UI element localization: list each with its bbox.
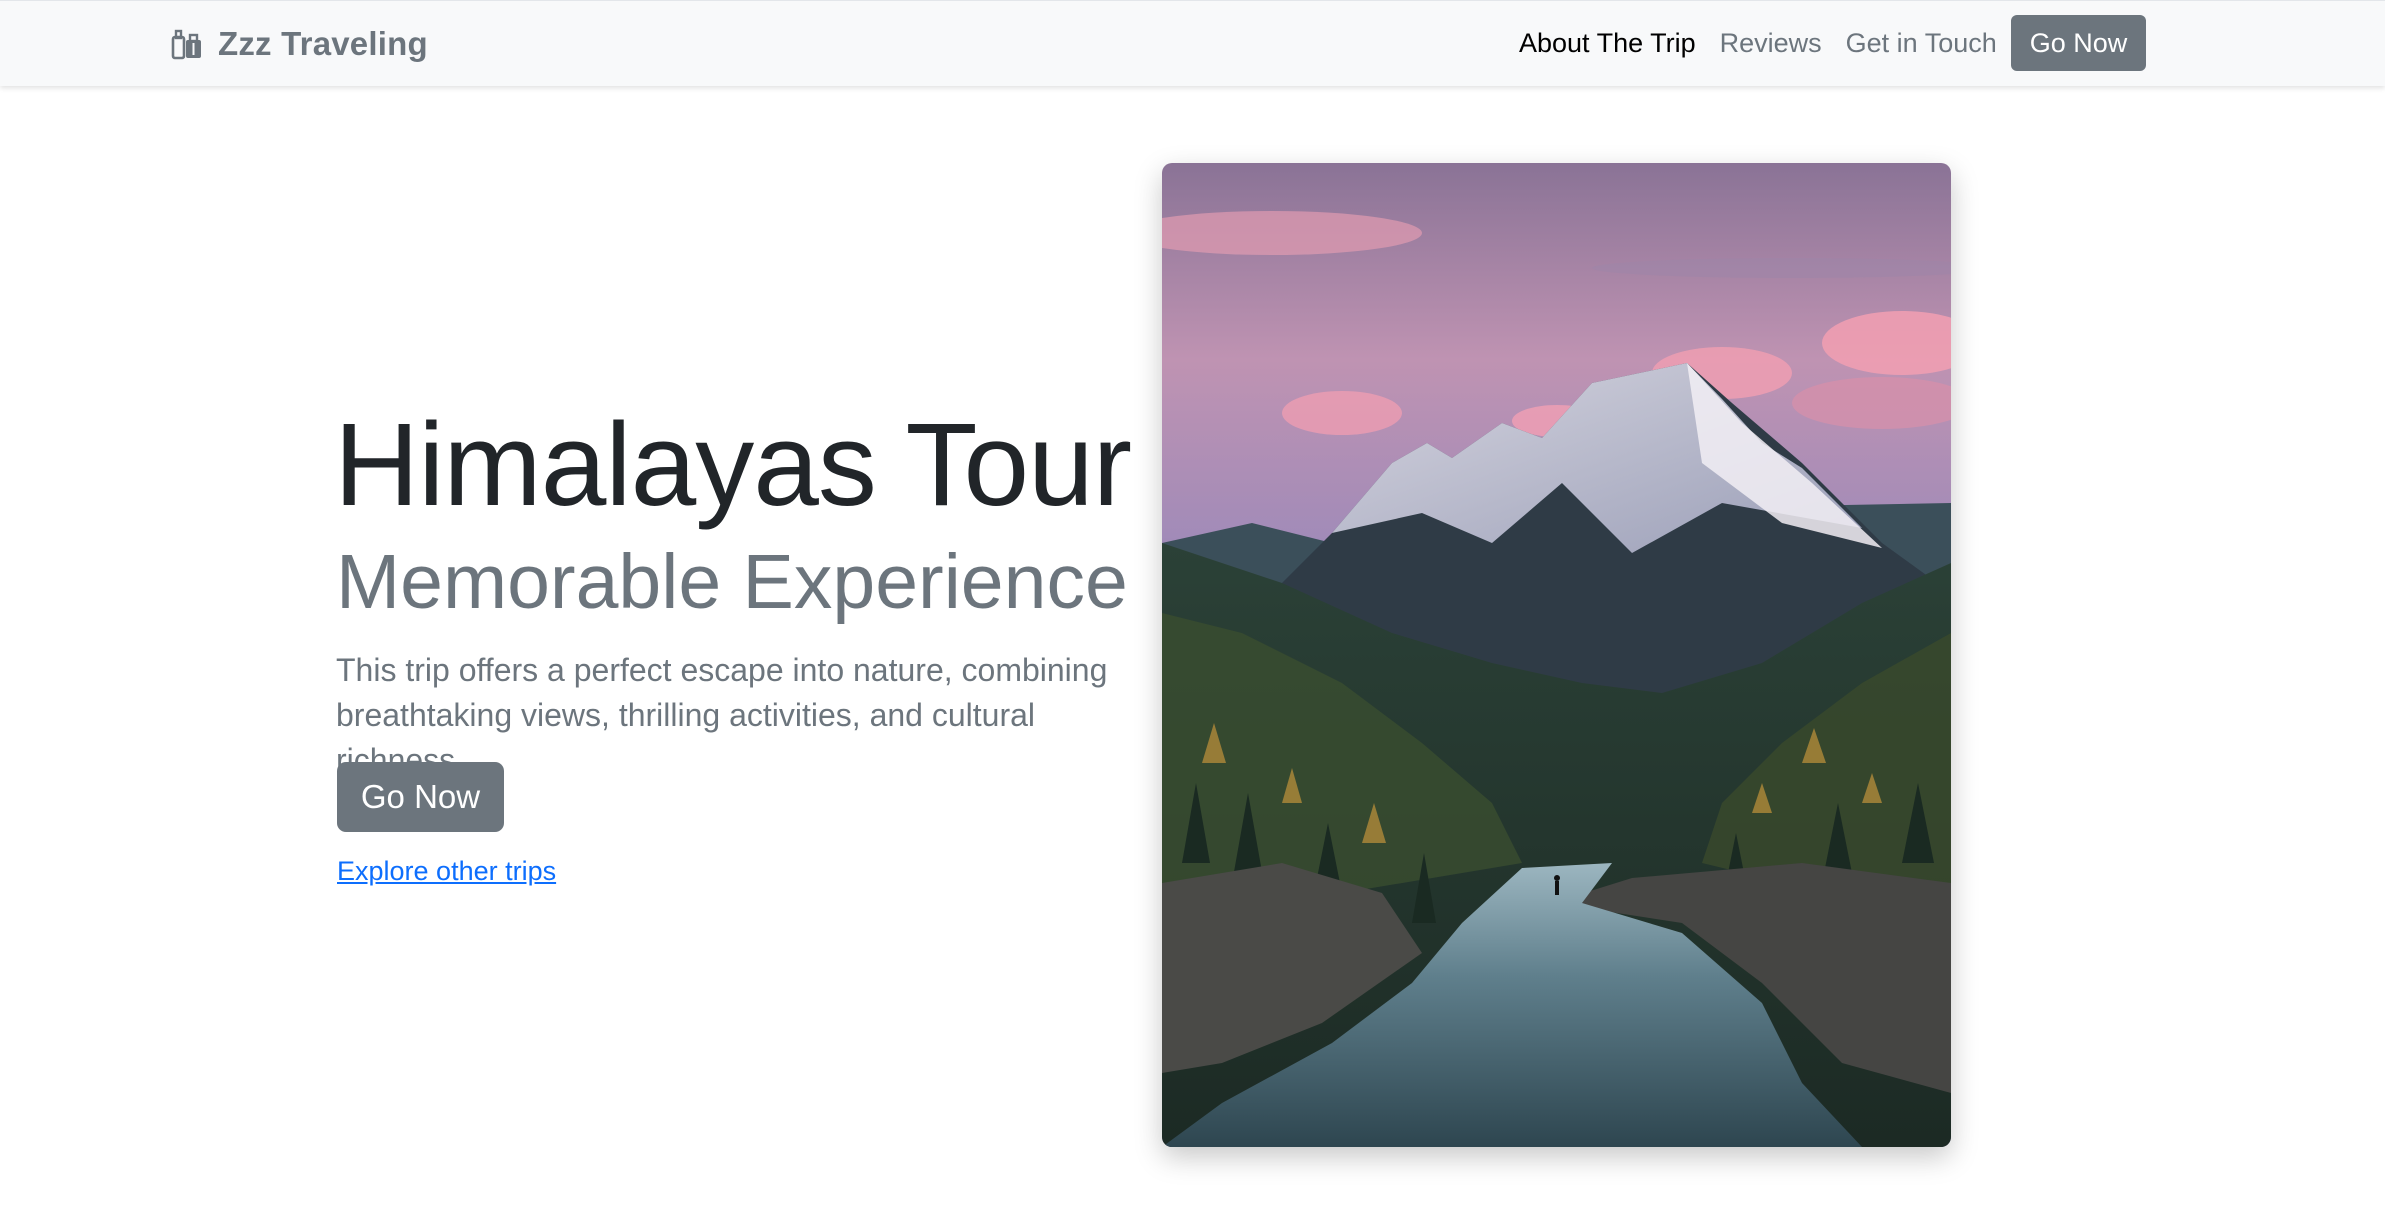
nav-link-reviews[interactable]: Reviews	[1708, 28, 1834, 59]
brand-name: Zzz Traveling	[218, 25, 428, 62]
hero-image	[1162, 163, 1951, 1147]
hero-title: Himalayas Tour	[334, 399, 1132, 531]
luggage-icon	[170, 27, 204, 61]
nav-go-now-button[interactable]: Go Now	[2010, 15, 2147, 71]
brand-link[interactable]: Zzz Traveling	[170, 19, 428, 69]
explore-other-trips-link[interactable]: Explore other trips	[337, 856, 556, 887]
nav-links: About The Trip Reviews Get in Touch Go N…	[1515, 15, 2147, 71]
navbar: Zzz Traveling About The Trip Reviews Get…	[0, 0, 2385, 86]
hero-go-now-button[interactable]: Go Now	[337, 762, 504, 832]
nav-link-contact[interactable]: Get in Touch	[1834, 28, 2009, 59]
hero-subtitle: Memorable Experience	[336, 539, 1128, 625]
nav-link-about[interactable]: About The Trip	[1515, 28, 1708, 59]
